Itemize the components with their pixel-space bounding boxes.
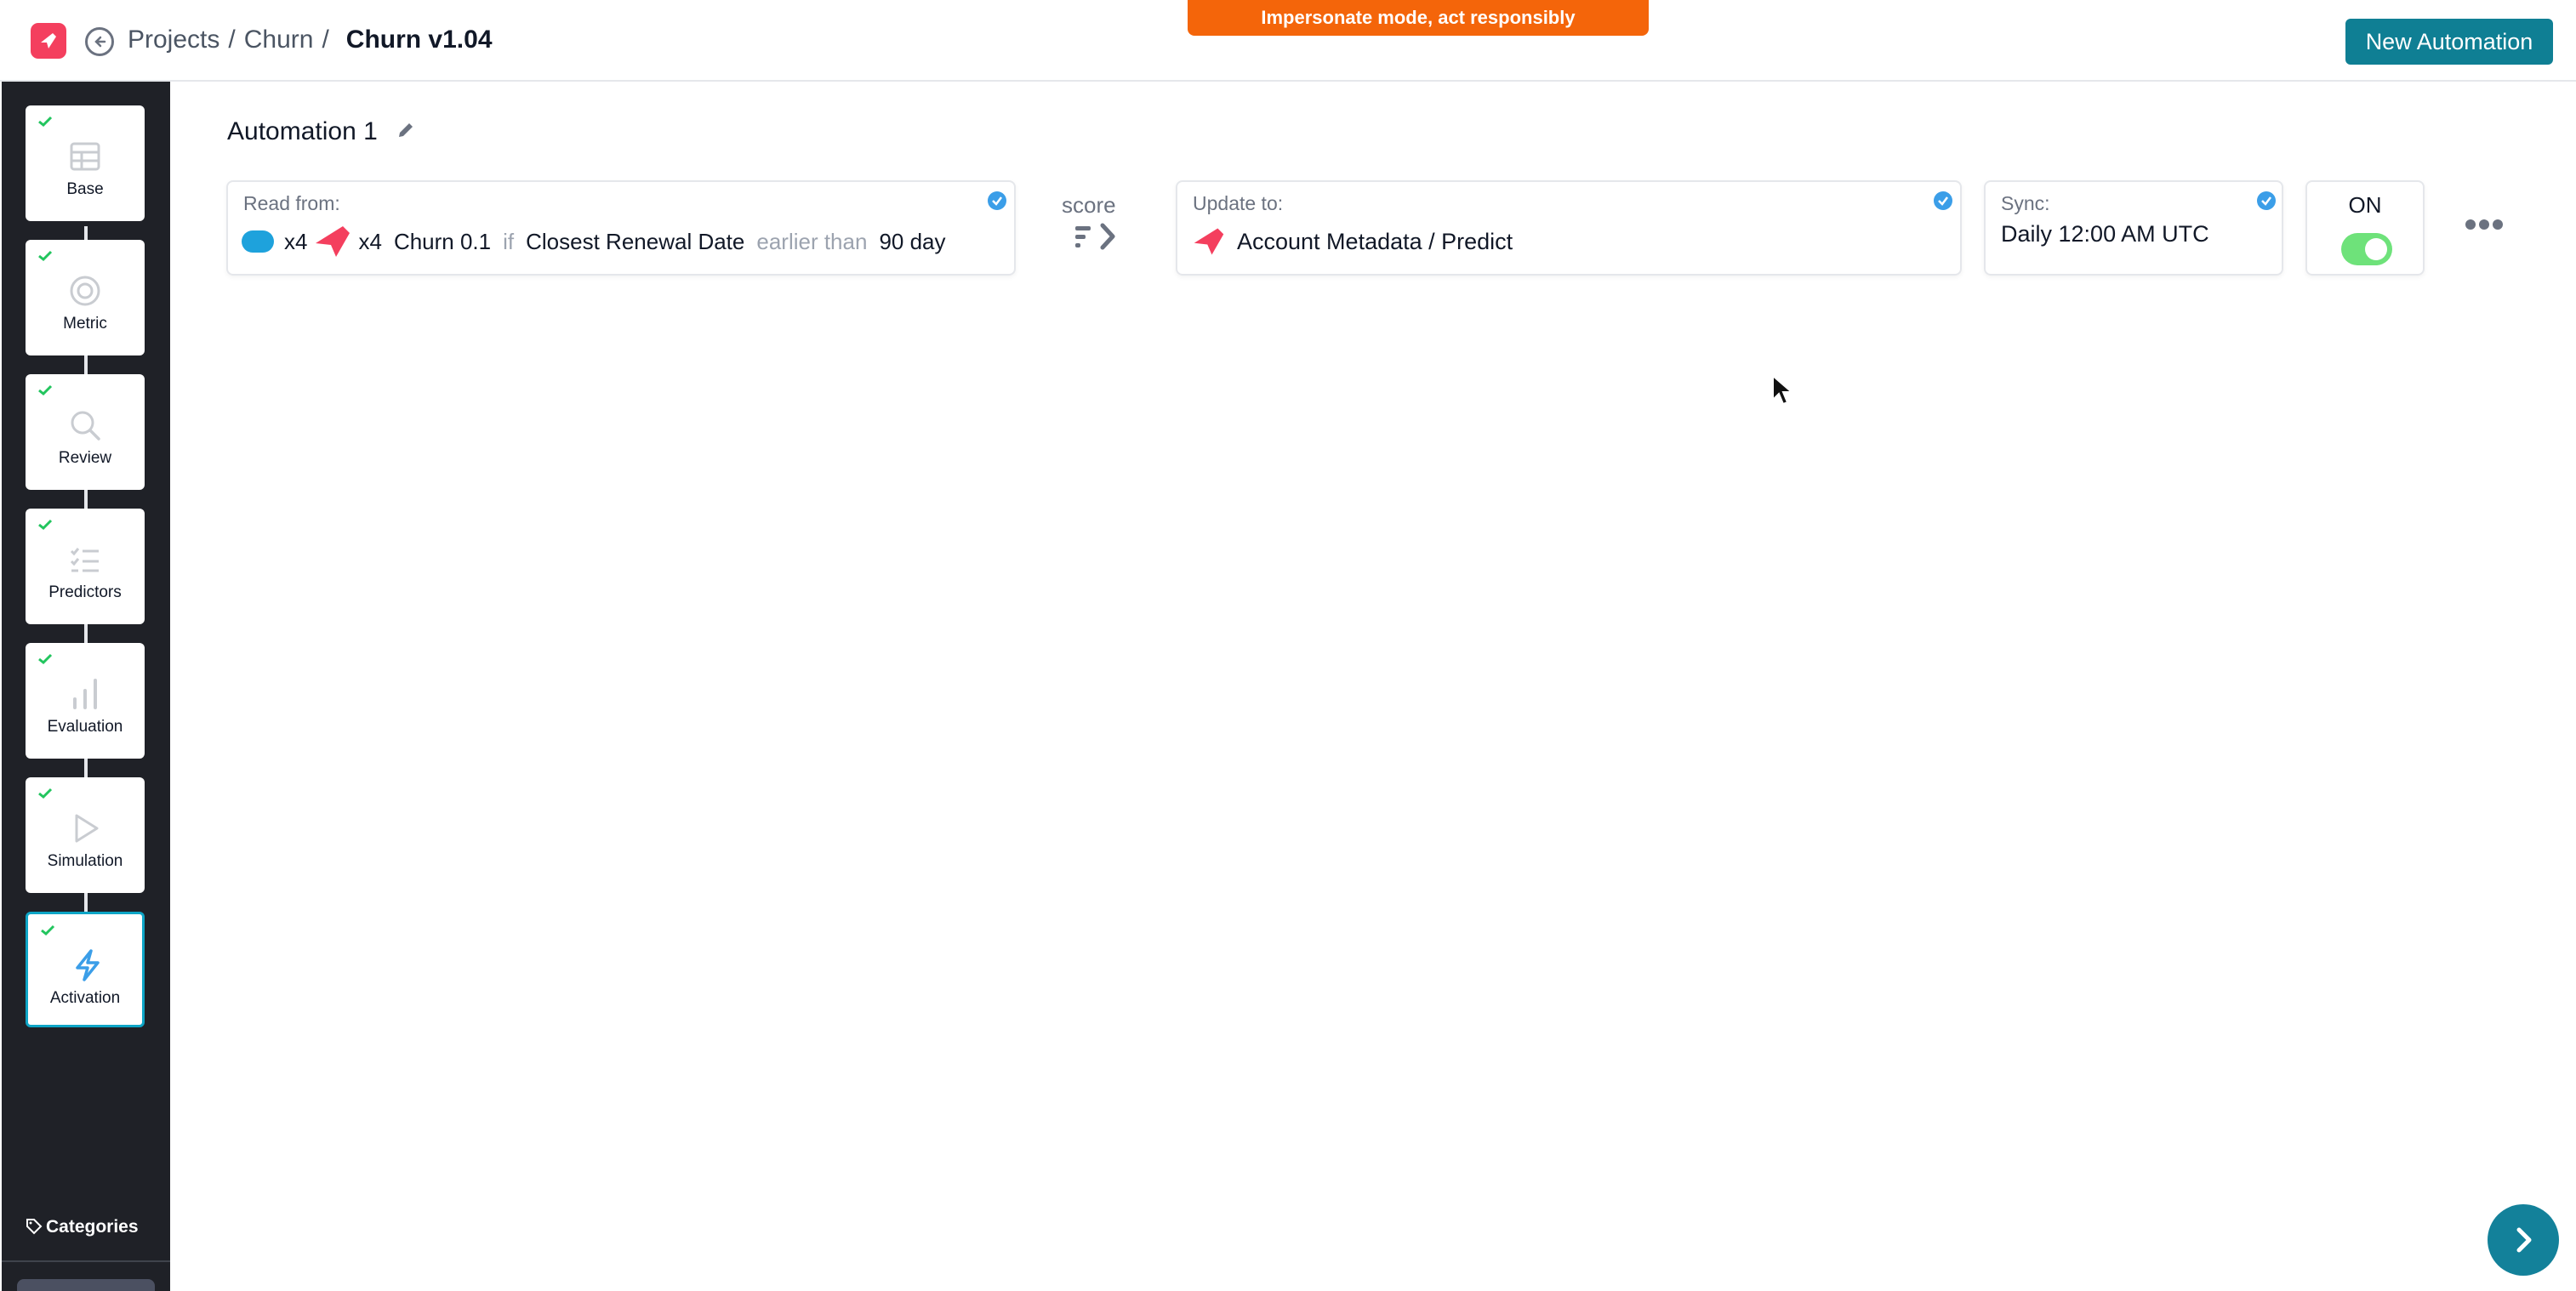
categories-label: Categories [46, 1217, 139, 1237]
tag-icon [26, 1219, 43, 1235]
page-title: Churn v1.04 [345, 26, 493, 54]
update-to-card[interactable]: Update to: Account Metadata / Predict [1176, 180, 1962, 276]
breadcrumb-separator: / [228, 26, 236, 54]
step-label: Evaluation [47, 718, 123, 736]
source-count-1: x4 [284, 228, 308, 254]
update-to-caption: Update to: [1193, 192, 1284, 214]
score-label: score [1062, 192, 1116, 218]
condition-operator: earlier than [756, 228, 868, 254]
sync-card[interactable]: Sync: Daily 12:00 AM UTC [1984, 180, 2283, 276]
step-label: Predictors [48, 583, 122, 601]
condition-if: if [503, 228, 515, 254]
verified-icon [2257, 191, 2276, 210]
sync-schedule: Daily 12:00 AM UTC [2001, 221, 2209, 247]
step-predictors[interactable]: Predictors [26, 509, 145, 624]
verified-icon [1934, 191, 1952, 210]
back-arrow-icon[interactable] [85, 27, 114, 56]
new-automation-button[interactable]: New Automation [2345, 19, 2553, 65]
more-options-icon[interactable] [2464, 218, 2505, 231]
pencil-icon[interactable] [396, 121, 415, 139]
salesforce-icon [242, 230, 274, 253]
app-logo-icon [1194, 228, 1224, 255]
categories-link[interactable]: Categories [26, 1217, 139, 1237]
state-label: ON [2348, 192, 2382, 218]
sidebar-divider [2, 1260, 170, 1262]
read-from-row: x4 x4 Churn 0.1 if Closest Renewal Date … [242, 225, 949, 259]
check-icon [38, 250, 53, 262]
table-icon [70, 142, 100, 171]
next-button[interactable] [2488, 1204, 2559, 1276]
automation-title: Automation 1 [227, 117, 378, 145]
sidebar: Base Metric Review Predictors Evaluation… [2, 82, 170, 1291]
step-label: Activation [49, 989, 121, 1007]
automation-toggle[interactable] [2341, 233, 2392, 265]
impersonate-banner: Impersonate mode, act responsibly [1188, 0, 1649, 36]
search-icon [71, 411, 100, 441]
sync-caption: Sync: [2001, 192, 2050, 214]
model-name: Churn 0.1 [393, 228, 492, 254]
check-icon [38, 384, 53, 396]
app-logo-icon [316, 226, 350, 257]
breadcrumb-separator: / [322, 26, 329, 54]
target-icon [70, 276, 100, 306]
source-count-2: x4 [358, 228, 382, 254]
bolt-icon [76, 949, 100, 981]
step-review[interactable]: Review [26, 374, 145, 490]
step-label: Metric [63, 315, 107, 333]
user-menu[interactable]: PA [17, 1279, 155, 1291]
play-icon [75, 814, 99, 843]
check-icon [38, 788, 53, 799]
breadcrumb: Projects / Churn / Churn v1.04 [128, 26, 493, 54]
read-from-card[interactable]: Read from: x4 x4 Churn 0.1 if Closest Re… [226, 180, 1016, 276]
mouse-cursor-icon [1772, 374, 1794, 406]
verified-icon [988, 191, 1006, 210]
check-icon [38, 519, 53, 531]
step-simulation[interactable]: Simulation [26, 777, 145, 893]
state-card: ON [2305, 180, 2425, 276]
top-bar: Projects / Churn / Churn v1.04 Impersonate m… [0, 0, 2576, 82]
app-logo-icon[interactable] [31, 23, 66, 59]
step-label: Review [58, 449, 112, 467]
toggle-knob [2365, 238, 2387, 260]
chevron-right-icon [2516, 1227, 2532, 1253]
bar-chart-icon [73, 679, 97, 709]
step-label: Simulation [47, 852, 123, 870]
check-icon [38, 653, 53, 665]
step-metric[interactable]: Metric [26, 240, 145, 355]
step-label: Base [66, 180, 104, 198]
breadcrumb-churn[interactable]: Churn [244, 26, 314, 54]
read-from-caption: Read from: [243, 192, 340, 214]
update-target-row: Account Metadata / Predict [1193, 226, 1513, 257]
step-base[interactable]: Base [26, 105, 145, 221]
check-icon [38, 116, 53, 128]
update-target: Account Metadata / Predict [1237, 228, 1513, 254]
check-icon [41, 924, 55, 936]
breadcrumb-projects[interactable]: Projects [128, 26, 219, 54]
step-activation[interactable]: Activation [26, 912, 145, 1027]
condition-value: 90 day [879, 228, 946, 254]
step-evaluation[interactable]: Evaluation [26, 643, 145, 759]
condition-field: Closest Renewal Date [526, 228, 745, 254]
checklist-icon [70, 548, 99, 572]
score-arrow-icon [1075, 223, 1115, 250]
